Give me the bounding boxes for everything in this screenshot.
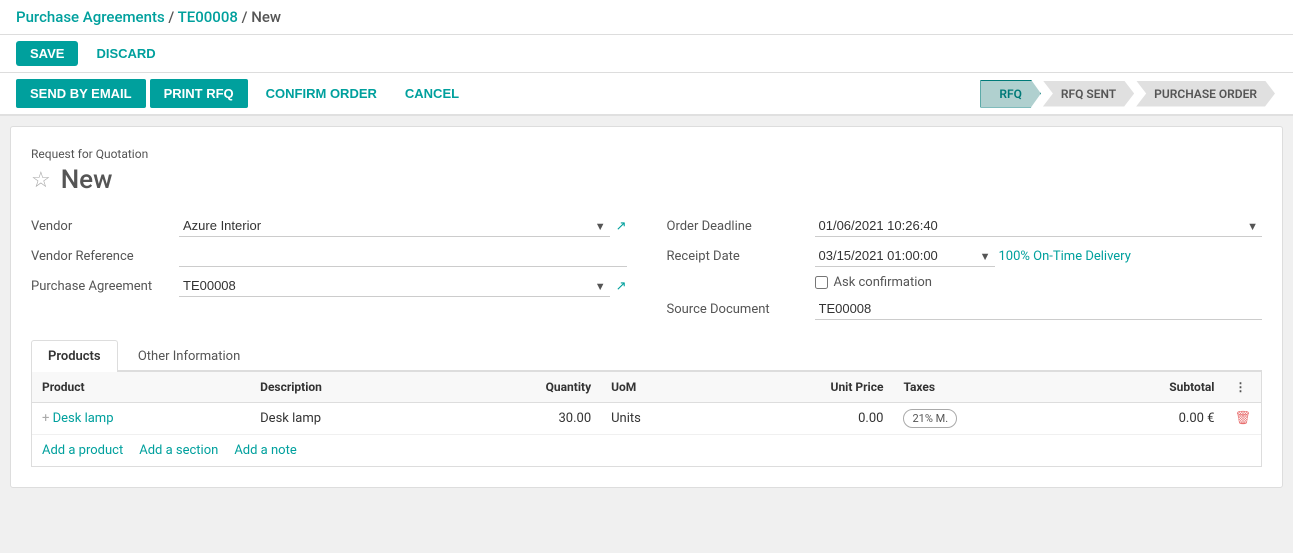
workflow-bar: SEND BY EMAIL PRINT RFQ CONFIRM ORDER CA… — [0, 73, 1293, 116]
row-delete: 🗑 — [1224, 403, 1261, 435]
vendor-external-link-icon[interactable]: ↗ — [616, 219, 627, 234]
receipt-date-label: Receipt Date — [667, 249, 807, 264]
print-rfq-button[interactable]: PRINT RFQ — [150, 79, 248, 108]
source-document-label: Source Document — [667, 302, 807, 317]
status-rfq: RFQ — [980, 80, 1041, 108]
row-quantity: 30.00 — [445, 403, 601, 435]
col-subtotal: Subtotal — [1069, 372, 1224, 403]
vendor-select-wrapper: ▼ — [179, 215, 610, 237]
add-product-link[interactable]: Add a product — [42, 443, 123, 458]
cancel-button[interactable]: CANCEL — [391, 79, 473, 108]
vendor-label: Vendor — [31, 219, 171, 234]
add-links-row: Add a product Add a section Add a note — [32, 435, 1261, 466]
add-note-link[interactable]: Add a note — [234, 443, 296, 458]
add-section-link[interactable]: Add a section — [139, 443, 218, 458]
form-title: New — [61, 165, 113, 195]
row-product: + Desk lamp — [32, 403, 250, 435]
form-section-label: Request for Quotation — [31, 147, 1262, 161]
table-header-row: Product Description Quantity UoM Unit Pr… — [32, 372, 1261, 403]
form-grid: Vendor ▼ ↗ Vendor Reference Purchase Agr… — [31, 215, 1262, 320]
tab-other-information[interactable]: Other Information — [121, 340, 257, 372]
status-pipeline: RFQ RFQ SENT PURCHASE ORDER — [980, 80, 1277, 108]
ask-confirmation-field: Ask confirmation — [815, 275, 933, 290]
row-subtotal: 0.00 € — [1069, 403, 1224, 435]
col-product: Product — [32, 372, 250, 403]
row-uom: Units — [601, 403, 720, 435]
on-time-delivery-link[interactable]: 100% On-Time Delivery — [999, 249, 1131, 264]
receipt-date-field: ▼ 100% On-Time Delivery — [815, 245, 1263, 267]
col-quantity: Quantity — [445, 372, 601, 403]
vendor-ref-row: Vendor Reference — [31, 245, 627, 267]
order-deadline-select-wrapper: ▼ — [815, 215, 1263, 237]
status-rfq-sent: RFQ SENT — [1043, 81, 1134, 107]
confirm-order-button[interactable]: CONFIRM ORDER — [252, 79, 391, 108]
drag-handle-icon[interactable]: + — [42, 411, 49, 426]
form-left: Vendor ▼ ↗ Vendor Reference Purchase Agr… — [31, 215, 627, 320]
save-button[interactable]: SAVE — [16, 41, 78, 66]
col-description: Description — [250, 372, 445, 403]
status-purchase-order: PURCHASE ORDER — [1136, 81, 1275, 107]
row-description-text: Desk lamp — [260, 411, 321, 426]
send-by-email-button[interactable]: SEND BY EMAIL — [16, 79, 146, 108]
breadcrumb-bar: Purchase Agreements / TE00008 / New — [0, 0, 1293, 35]
breadcrumb: Purchase Agreements / TE00008 / New — [16, 8, 281, 26]
tabs-container: Products Other Information — [31, 340, 1262, 372]
purchase-agreement-input[interactable] — [179, 275, 610, 297]
col-uom: UoM — [601, 372, 720, 403]
breadcrumb-sep1: / — [168, 8, 177, 26]
order-deadline-input[interactable] — [815, 215, 1263, 237]
row-unit-price: 0.00 — [720, 403, 894, 435]
purchase-agreement-external-link-icon[interactable]: ↗ — [616, 279, 627, 294]
col-taxes: Taxes — [893, 372, 1069, 403]
col-unit-price: Unit Price — [720, 372, 894, 403]
action-bar: SAVE DISCARD — [0, 35, 1293, 73]
breadcrumb-part2[interactable]: TE00008 — [178, 8, 238, 26]
order-deadline-label: Order Deadline — [667, 219, 807, 234]
ask-confirmation-row: Ask confirmation — [667, 275, 1263, 290]
purchase-agreement-select-wrapper: ▼ — [179, 275, 610, 297]
vendor-ref-field — [179, 245, 627, 267]
favorite-star-icon[interactable]: ☆ — [31, 168, 51, 193]
purchase-agreement-label: Purchase Agreement — [31, 279, 171, 294]
col-menu[interactable]: ⋮ — [1224, 372, 1261, 403]
breadcrumb-sep2: / — [242, 8, 252, 26]
column-menu-icon[interactable]: ⋮ — [1234, 380, 1246, 394]
order-deadline-field: ▼ — [815, 215, 1263, 237]
discard-button[interactable]: DISCARD — [86, 41, 165, 66]
delete-row-icon[interactable]: 🗑 — [1234, 411, 1251, 426]
receipt-date-row: Receipt Date ▼ 100% On-Time Delivery — [667, 245, 1263, 267]
products-table-container: Product Description Quantity UoM Unit Pr… — [31, 372, 1262, 467]
form-title-row: ☆ New — [31, 165, 1262, 195]
vendor-input[interactable] — [179, 215, 610, 237]
vendor-ref-label: Vendor Reference — [31, 249, 171, 264]
row-description: Desk lamp — [250, 403, 445, 435]
ask-confirmation-label: Ask confirmation — [834, 275, 933, 290]
breadcrumb-part3: New — [251, 8, 281, 26]
purchase-agreement-field: ▼ ↗ — [179, 275, 627, 297]
source-document-input[interactable] — [815, 298, 1263, 320]
receipt-date-input[interactable] — [815, 245, 995, 267]
table-row: + Desk lamp Desk lamp 30.00 Units 0.00 2… — [32, 403, 1261, 435]
vendor-row: Vendor ▼ ↗ — [31, 215, 627, 237]
vendor-ref-input[interactable] — [179, 245, 627, 267]
form-right: Order Deadline ▼ Receipt Date ▼ 100% On-… — [667, 215, 1263, 320]
product-name-link[interactable]: Desk lamp — [53, 411, 114, 426]
vendor-field: ▼ ↗ — [179, 215, 627, 237]
products-table: Product Description Quantity UoM Unit Pr… — [32, 372, 1261, 435]
ask-confirmation-checkbox[interactable] — [815, 276, 828, 289]
breadcrumb-part1[interactable]: Purchase Agreements — [16, 8, 165, 26]
tax-badge: 21% M. — [903, 409, 957, 428]
main-content: Request for Quotation ☆ New Vendor ▼ ↗ V… — [10, 126, 1283, 488]
purchase-agreement-row: Purchase Agreement ▼ ↗ — [31, 275, 627, 297]
tab-products[interactable]: Products — [31, 340, 118, 372]
order-deadline-row: Order Deadline ▼ — [667, 215, 1263, 237]
row-taxes: 21% M. — [893, 403, 1069, 435]
receipt-date-select-wrapper: ▼ — [815, 245, 995, 267]
source-document-field — [815, 298, 1263, 320]
source-document-row: Source Document — [667, 298, 1263, 320]
